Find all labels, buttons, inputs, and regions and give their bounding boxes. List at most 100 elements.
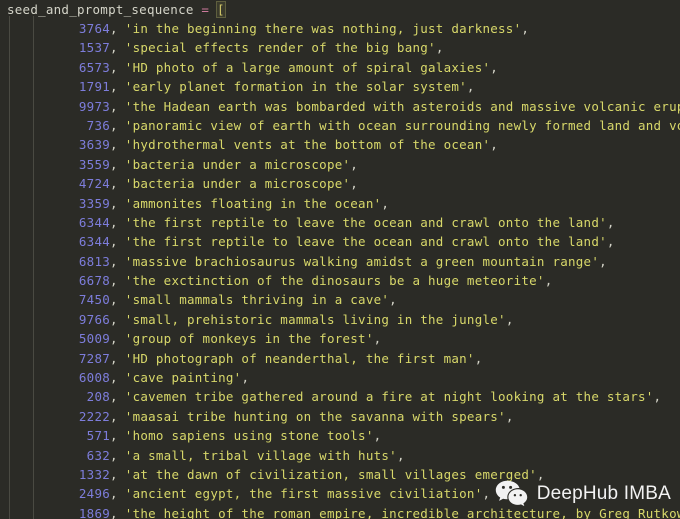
seed-number: 6813	[78, 253, 110, 269]
quote-close: '	[645, 389, 654, 405]
seed-number: 6678	[78, 273, 110, 289]
code-lines: 3764,'in the beginning there was nothing…	[0, 19, 680, 519]
prompt-text: group of monkeys in the forest	[132, 331, 366, 347]
quote-open: '	[124, 21, 133, 36]
prompt-text: the first reptile to leave the ocean and…	[132, 234, 600, 250]
comma-separator: ,	[110, 370, 118, 386]
comma-separator: ,	[110, 40, 118, 56]
trailing-comma: ,	[350, 156, 359, 172]
seed-number: 4724	[78, 176, 110, 192]
code-line[interactable]: 6344,'the first reptile to leave the oce…	[0, 232, 680, 251]
code-line[interactable]: 2222,'maasai tribe hunting on the savann…	[0, 407, 680, 426]
code-line[interactable]: 6813,'massive brachiosaurus walking amid…	[0, 252, 680, 271]
code-line[interactable]: 9766,'small, prehistoric mammals living …	[0, 310, 680, 329]
comma-separator: ,	[110, 234, 118, 250]
seed-number: 5009	[78, 331, 110, 347]
prompt-string: 'early planet formation in the solar sys…	[118, 79, 467, 94]
trailing-comma: ,	[544, 273, 553, 289]
quote-close: '	[599, 234, 607, 250]
code-line[interactable]: 4724,'bacteria under a microscope',	[0, 174, 680, 193]
code-line[interactable]: 6344,'the first reptile to leave the oce…	[0, 213, 680, 232]
code-line[interactable]: 3559,'bacteria under a microscope',	[0, 155, 680, 174]
code-line[interactable]: 1791,'early planet formation in the sola…	[0, 77, 680, 96]
code-line[interactable]: 736,'panoramic view of earth with ocean …	[0, 116, 680, 135]
seed-number: 1869	[78, 505, 110, 519]
comma-separator: ,	[110, 214, 118, 230]
quote-close: '	[536, 273, 545, 289]
quote-open: '	[124, 273, 133, 289]
seed-number: 1791	[78, 79, 110, 95]
comma-separator: ,	[110, 447, 118, 463]
prompt-string: 'HD photograph of neanderthal, the first…	[118, 351, 475, 366]
prompt-string: 'hydrothermal vents at the bottom of the…	[118, 137, 490, 152]
code-line[interactable]: 3359,'ammonites floating in the ocean',	[0, 194, 680, 213]
code-line[interactable]: 1537,'special effects render of the big …	[0, 38, 680, 57]
code-line[interactable]: 6678,'the exctinction of the dinosaurs b…	[0, 271, 680, 290]
seed-number: 6344	[78, 214, 110, 230]
seed-number: 3559	[78, 156, 110, 172]
quote-open: '	[124, 156, 133, 172]
quote-close: '	[466, 350, 475, 366]
trailing-comma: ,	[606, 214, 615, 230]
prompt-string: 'bacteria under a microscope'	[118, 157, 351, 172]
trailing-comma: ,	[396, 447, 405, 463]
prompt-text: in the beginning there was nothing, just…	[132, 21, 514, 36]
prompt-string: 'maasai tribe hunting on the savanna wit…	[118, 409, 506, 424]
quote-open: '	[124, 447, 133, 463]
code-line[interactable]: 7287, 'HD photograph of neanderthal, the …	[0, 349, 680, 368]
trailing-comma: ,	[490, 59, 499, 75]
wechat-icon	[495, 480, 528, 507]
code-line[interactable]: 571,'homo sapiens using stone tools',	[0, 426, 680, 445]
trailing-comma: ,	[381, 195, 390, 211]
trailing-comma: ,	[389, 292, 397, 308]
prompt-text: bacteria under a microscope	[132, 156, 343, 172]
seed-number: 2222	[78, 408, 110, 424]
quote-close: '	[365, 331, 374, 347]
trailing-comma: ,	[505, 311, 514, 327]
code-line[interactable]: 208,'cavemen tribe gathered around a fir…	[0, 387, 680, 406]
trailing-comma: ,	[350, 176, 359, 192]
comma-separator: ,	[110, 195, 118, 211]
code-line[interactable]: 9973,'the Hadean earth was bombarded wit…	[0, 97, 680, 116]
comma-separator: ,	[110, 98, 118, 114]
trailing-comma: ,	[373, 428, 382, 444]
prompt-text: a small, tribal village with huts	[132, 447, 390, 463]
seed-number: 571	[86, 428, 110, 444]
quote-close: '	[498, 311, 506, 327]
code-line[interactable]: 7450,'small mammals thriving in a cave',	[0, 290, 680, 309]
prompt-string: 'special effects render of the big bang'	[118, 40, 436, 55]
comma-separator: ,	[110, 350, 118, 366]
code-line[interactable]: 5009,'group of monkeys in the forest',	[0, 329, 680, 348]
prompt-string: 'ammonites floating in the ocean'	[118, 196, 382, 211]
quote-open: '	[124, 292, 133, 308]
quote-open: '	[124, 79, 133, 95]
quote-close: '	[428, 40, 436, 56]
quote-open: '	[124, 195, 133, 211]
seed-number: 208	[86, 389, 110, 405]
code-line[interactable]: 3764,'in the beginning there was nothing…	[0, 19, 680, 38]
quote-open: '	[124, 350, 133, 366]
comma-separator: ,	[110, 176, 118, 192]
comma-separator: ,	[110, 331, 118, 347]
code-line[interactable]: 632,'a small, tribal village with huts',	[0, 446, 680, 465]
prompt-text: HD photograph of neanderthal, the first …	[132, 350, 467, 366]
code-line[interactable]: 6573, 'HD photo of a large amount of spir…	[0, 58, 680, 77]
code-line[interactable]: 3639,'hydrothermal vents at the bottom o…	[0, 135, 680, 154]
quote-open: '	[124, 214, 133, 230]
prompt-string: 'bacteria under a microscope'	[118, 176, 351, 191]
comma-separator: ,	[110, 273, 118, 289]
code-editor[interactable]: seed_and_prompt_sequence = [ 3764,'in th…	[0, 0, 680, 519]
prompt-string: 'panoramic view of earth with ocean surr…	[118, 118, 680, 133]
comma-separator: ,	[110, 389, 118, 405]
prompt-string: 'in the beginning there was nothing, jus…	[118, 21, 522, 36]
trailing-comma: ,	[241, 370, 250, 386]
code-line[interactable]: 6008,'cave painting',	[0, 368, 680, 387]
quote-close: '	[381, 292, 390, 308]
prompt-string: 'a small, tribal village with huts'	[118, 448, 397, 463]
seed-number: 1332	[78, 466, 110, 482]
comma-separator: ,	[110, 466, 118, 482]
prompt-string: 'at the dawn of civilization, small vill…	[118, 467, 537, 482]
comma-separator: ,	[110, 408, 118, 424]
trailing-comma: ,	[606, 234, 615, 250]
trailing-comma: ,	[521, 21, 530, 36]
